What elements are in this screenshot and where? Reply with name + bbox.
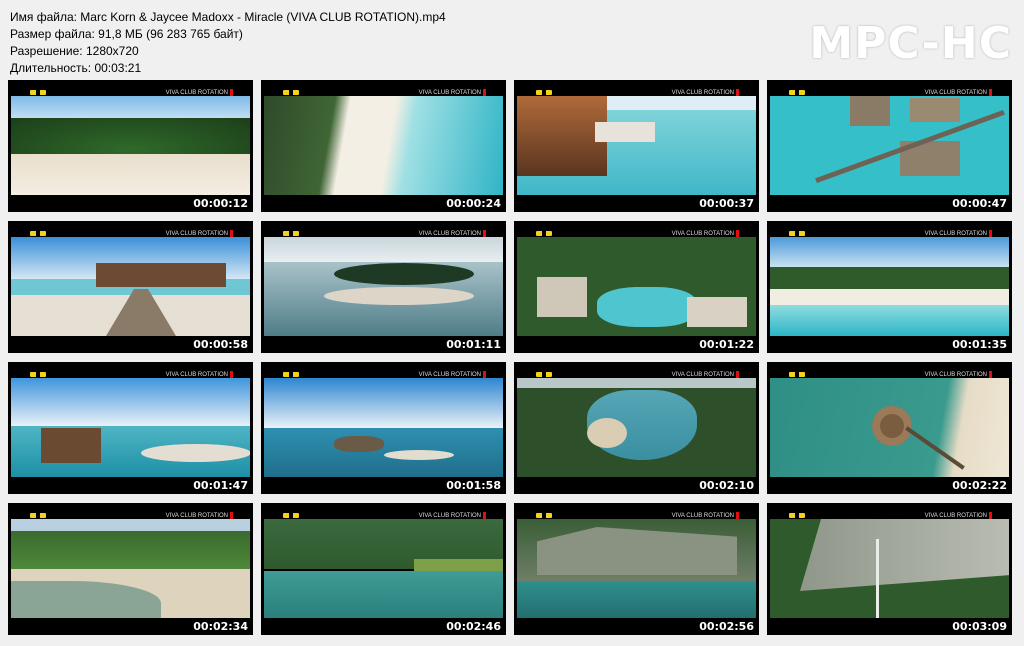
thumbnail: VIVA CLUB ROTATION 00:01:47 <box>8 362 253 494</box>
thumbnail: VIVA CLUB ROTATION 00:01:11 <box>261 221 506 353</box>
timestamp: 00:02:10 <box>699 479 754 492</box>
viva-logo-icon <box>283 372 299 377</box>
viva-logo-icon <box>30 231 46 236</box>
video-frame <box>770 96 1009 195</box>
thumbnail: VIVA CLUB ROTATION 00:02:34 <box>8 503 253 635</box>
thumbnail: VIVA CLUB ROTATION 00:02:22 <box>767 362 1012 494</box>
viva-logo-icon <box>789 513 805 518</box>
timestamp: 00:00:47 <box>952 197 1007 210</box>
file-size-text: Размер файла: 91,8 МБ (96 283 765 байт) <box>10 27 243 41</box>
viva-logo-icon <box>536 231 552 236</box>
thumbnail: VIVA CLUB ROTATION 00:00:12 <box>8 80 253 212</box>
viva-logo-icon <box>536 90 552 95</box>
timestamp: 00:00:58 <box>193 338 248 351</box>
viva-logo-icon <box>536 372 552 377</box>
video-frame <box>517 237 756 336</box>
video-frame <box>264 378 503 477</box>
video-frame <box>264 96 503 195</box>
viva-logo-icon <box>789 231 805 236</box>
mpc-hc-logo: MPC-HC <box>809 18 1012 69</box>
thumbnail: VIVA CLUB ROTATION 00:00:47 <box>767 80 1012 212</box>
timestamp: 00:02:22 <box>952 479 1007 492</box>
video-frame <box>517 96 756 195</box>
viva-logo-icon <box>789 90 805 95</box>
timestamp: 00:00:24 <box>446 197 501 210</box>
resolution-text: Разрешение: 1280x720 <box>10 44 139 58</box>
video-frame <box>11 96 250 195</box>
video-frame <box>11 378 250 477</box>
timestamp: 00:00:37 <box>699 197 754 210</box>
file-info: Имя файла: Marc Korn & Jaycee Madoxx - M… <box>10 9 446 77</box>
video-frame <box>517 378 756 477</box>
video-frame <box>517 519 756 618</box>
thumbnail: VIVA CLUB ROTATION 00:00:37 <box>514 80 759 212</box>
timestamp: 00:02:56 <box>699 620 754 633</box>
video-frame <box>264 519 503 618</box>
timestamp: 00:01:22 <box>699 338 754 351</box>
timestamp: 00:02:34 <box>193 620 248 633</box>
viva-logo-icon <box>283 513 299 518</box>
viva-logo-icon <box>789 372 805 377</box>
viva-logo-icon <box>283 90 299 95</box>
viva-logo-icon <box>536 513 552 518</box>
video-frame <box>11 237 250 336</box>
thumbnail: VIVA CLUB ROTATION 00:01:22 <box>514 221 759 353</box>
thumbnail: VIVA CLUB ROTATION 00:00:24 <box>261 80 506 212</box>
thumbnail: VIVA CLUB ROTATION 00:03:09 <box>767 503 1012 635</box>
timestamp: 00:02:46 <box>446 620 501 633</box>
thumbnail: VIVA CLUB ROTATION 00:02:46 <box>261 503 506 635</box>
thumbnail: VIVA CLUB ROTATION 00:01:35 <box>767 221 1012 353</box>
video-frame <box>264 237 503 336</box>
file-name-text: Имя файла: Marc Korn & Jaycee Madoxx - M… <box>10 10 446 24</box>
video-frame <box>770 237 1009 336</box>
timestamp: 00:01:35 <box>952 338 1007 351</box>
timestamp: 00:00:12 <box>193 197 248 210</box>
duration-text: Длительность: 00:03:21 <box>10 61 142 75</box>
video-frame <box>770 378 1009 477</box>
timestamp: 00:01:11 <box>446 338 501 351</box>
viva-logo-icon <box>283 231 299 236</box>
thumbnail: VIVA CLUB ROTATION 00:02:10 <box>514 362 759 494</box>
viva-logo-icon <box>30 90 46 95</box>
timestamp: 00:01:58 <box>446 479 501 492</box>
video-frame <box>11 519 250 618</box>
timestamp: 00:01:47 <box>193 479 248 492</box>
video-frame <box>770 519 1009 618</box>
viva-logo-icon <box>30 513 46 518</box>
timestamp: 00:03:09 <box>952 620 1007 633</box>
thumbnail: VIVA CLUB ROTATION 00:01:58 <box>261 362 506 494</box>
viva-logo-icon <box>30 372 46 377</box>
thumbnail: VIVA CLUB ROTATION 00:00:58 <box>8 221 253 353</box>
thumbnail: VIVA CLUB ROTATION 00:02:56 <box>514 503 759 635</box>
